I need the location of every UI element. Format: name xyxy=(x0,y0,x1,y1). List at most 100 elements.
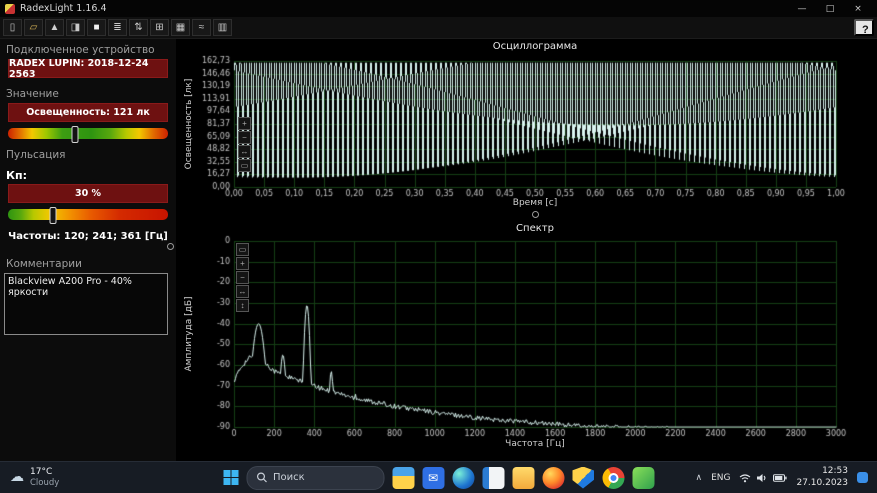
weather-temperature: 17°C xyxy=(30,467,53,477)
oscillogram-tools: + − ↔ ▭ xyxy=(238,117,251,172)
tray-status-icons[interactable] xyxy=(739,473,788,483)
pulsation-section-header: Пульсация xyxy=(6,149,66,161)
device-section-header: Подключенное устройство xyxy=(6,44,155,56)
stop-icon: ■ xyxy=(93,22,100,33)
arrows-up-down-icon: ⇅ xyxy=(134,22,143,33)
oscillogram-chart: Осциллограмма Освещенность [лк] Время [с… xyxy=(176,39,877,217)
value-section-header: Значение xyxy=(6,88,59,100)
horizontal-splitter-handle[interactable] xyxy=(532,211,539,218)
firefox-icon[interactable] xyxy=(542,466,564,489)
wifi-icon xyxy=(740,473,751,482)
pulsation-scale xyxy=(8,207,168,224)
weather-condition: Cloudy xyxy=(30,477,60,488)
document-icon: ▯ xyxy=(9,22,16,33)
kp-value: 30 % xyxy=(8,184,168,203)
radexlight-window: RadexLight 1.16.4 — □ × ▯ ▱ ▲ ◨ ■ ≣ ⇅ ⊞ ▦ ≈ ▥ ? По… xyxy=(0,0,877,493)
system-tray: ∧ ENG 12:53 27.10.2023 xyxy=(695,466,877,489)
oscillogram-zoom-in-button[interactable]: + xyxy=(238,117,251,130)
toolbar-import-button[interactable]: ◨ xyxy=(66,19,85,36)
document-app-icon[interactable] xyxy=(482,466,504,489)
taskbar-search[interactable]: Поиск xyxy=(246,465,384,490)
cloud-icon: ☁ xyxy=(10,469,24,486)
oscillogram-x-axis-label: Время [с] xyxy=(512,198,558,208)
oscillogram-title: Осциллограмма xyxy=(492,41,578,52)
device-badge[interactable]: RADEX LUPIN: 2018-12-24 2563 xyxy=(8,58,168,80)
toolbar-open-file-button[interactable]: ▱ xyxy=(24,19,43,36)
comments-section-header: Комментарии xyxy=(6,258,82,270)
mail-icon[interactable]: ✉ xyxy=(422,466,444,489)
kp-label: Кп: xyxy=(6,169,27,182)
spectrum-zoom-out-button[interactable]: − xyxy=(236,271,249,284)
illuminance-value: Освещенность: 121 лк xyxy=(8,103,168,122)
toolbar-export-button[interactable]: ▲ xyxy=(45,19,64,36)
spectrum-plot[interactable] xyxy=(176,221,877,455)
close-button[interactable]: × xyxy=(844,4,872,14)
taskbar-app-icons: ✉ xyxy=(392,466,654,489)
toolbar-waveform-button[interactable]: ≈ xyxy=(192,19,211,36)
notification-icon[interactable] xyxy=(857,472,868,483)
window-controls: — □ × xyxy=(788,4,872,14)
green-app-icon[interactable] xyxy=(632,466,654,489)
language-indicator[interactable]: ENG xyxy=(711,473,730,483)
minimize-button[interactable]: — xyxy=(788,4,816,14)
vertical-splitter-handle[interactable] xyxy=(167,243,174,250)
toolbar: ▯ ▱ ▲ ◨ ■ ≣ ⇅ ⊞ ▦ ≈ ▥ ? xyxy=(0,17,877,39)
taskbar-center: Поиск ✉ xyxy=(223,465,654,490)
spectrum-select-button[interactable]: ▭ xyxy=(236,243,249,256)
toolbar-sort-button[interactable]: ⇅ xyxy=(129,19,148,36)
help-button[interactable]: ? xyxy=(854,19,874,36)
illuminance-marker xyxy=(71,126,79,143)
spectrum-zoom-in-button[interactable]: + xyxy=(236,257,249,270)
oscillogram-pan-button[interactable]: ↔ xyxy=(238,145,251,158)
tray-chevron-up-icon[interactable]: ∧ xyxy=(695,473,702,483)
search-placeholder: Поиск xyxy=(273,472,305,483)
start-button[interactable] xyxy=(223,470,238,485)
oscillogram-y-axis-label: Освещенность [лк] xyxy=(184,78,194,170)
spectrum-pan-y-button[interactable]: ↕ xyxy=(236,299,249,312)
maximize-button[interactable]: □ xyxy=(816,4,844,14)
toolbar-histogram-button[interactable]: ▦ xyxy=(171,19,190,36)
waveform-icon: ≈ xyxy=(198,22,205,33)
oscillogram-zoom-out-button[interactable]: − xyxy=(238,131,251,144)
title-bar: RadexLight 1.16.4 — □ × xyxy=(0,0,877,17)
app-icon xyxy=(5,3,15,14)
taskbar-clock[interactable]: 12:53 27.10.2023 xyxy=(796,466,848,489)
toolbar-settings-button[interactable]: ≣ xyxy=(108,19,127,36)
oscillogram-plot[interactable] xyxy=(176,39,877,217)
window-title: RadexLight 1.16.4 xyxy=(20,3,107,14)
spectrum-x-axis-label: Частота [Гц] xyxy=(505,439,565,449)
toolbar-new-file-button[interactable]: ▯ xyxy=(3,19,22,36)
spectrum-y-axis-label: Амплитуда [дБ] xyxy=(184,296,194,372)
folder-icon[interactable] xyxy=(512,466,534,489)
frequencies-text: Частоты: 120; 241; 361 [Гц] xyxy=(8,231,168,242)
toolbar-buttons: ▯ ▱ ▲ ◨ ■ ≣ ⇅ ⊞ ▦ ≈ ▥ xyxy=(3,19,232,36)
search-icon xyxy=(256,472,267,483)
toolbar-layout-button[interactable]: ▥ xyxy=(213,19,232,36)
spectrum-tools: ▭ + − ↔ ↕ xyxy=(236,243,249,312)
volume-icon xyxy=(757,473,766,482)
oscillogram-reset-button[interactable]: ▭ xyxy=(238,159,251,172)
spectrum-title: Спектр xyxy=(516,223,554,234)
sliders-icon: ≣ xyxy=(113,22,122,33)
comment-input[interactable]: Blackview A200 Pro - 40% яркости xyxy=(4,273,168,335)
grid-plus-icon: ⊞ xyxy=(155,22,164,33)
taskbar-weather-widget[interactable]: ☁ 17°C Cloudy xyxy=(0,467,160,488)
edge-icon[interactable] xyxy=(452,466,474,489)
pulsation-marker xyxy=(49,207,57,224)
illuminance-scale xyxy=(8,126,168,143)
spectrum-chart: Спектр Амплитуда [дБ] Частота [Гц] ▭ + − ↔ ↕ xyxy=(176,221,877,455)
charts-area: Осциллограмма Освещенность [лк] Время [с… xyxy=(176,39,877,462)
defender-icon[interactable] xyxy=(572,466,594,489)
histogram-icon: ▦ xyxy=(175,22,186,33)
columns-icon: ▥ xyxy=(217,22,228,33)
toolbar-data-grid-button[interactable]: ⊞ xyxy=(150,19,169,36)
triangle-icon: ▲ xyxy=(49,22,60,33)
spectrum-pan-x-button[interactable]: ↔ xyxy=(236,285,249,298)
toolbar-stop-button[interactable]: ■ xyxy=(87,19,106,36)
chrome-icon-center xyxy=(608,472,618,483)
tray-time: 12:53 xyxy=(822,465,848,476)
chrome-icon[interactable] xyxy=(602,466,624,489)
file-explorer-icon[interactable] xyxy=(392,466,414,489)
folder-icon: ▱ xyxy=(29,22,38,33)
taskbar: ☁ 17°C Cloudy Поиск ✉ ∧ ENG 12:53 27.10.… xyxy=(0,461,877,493)
